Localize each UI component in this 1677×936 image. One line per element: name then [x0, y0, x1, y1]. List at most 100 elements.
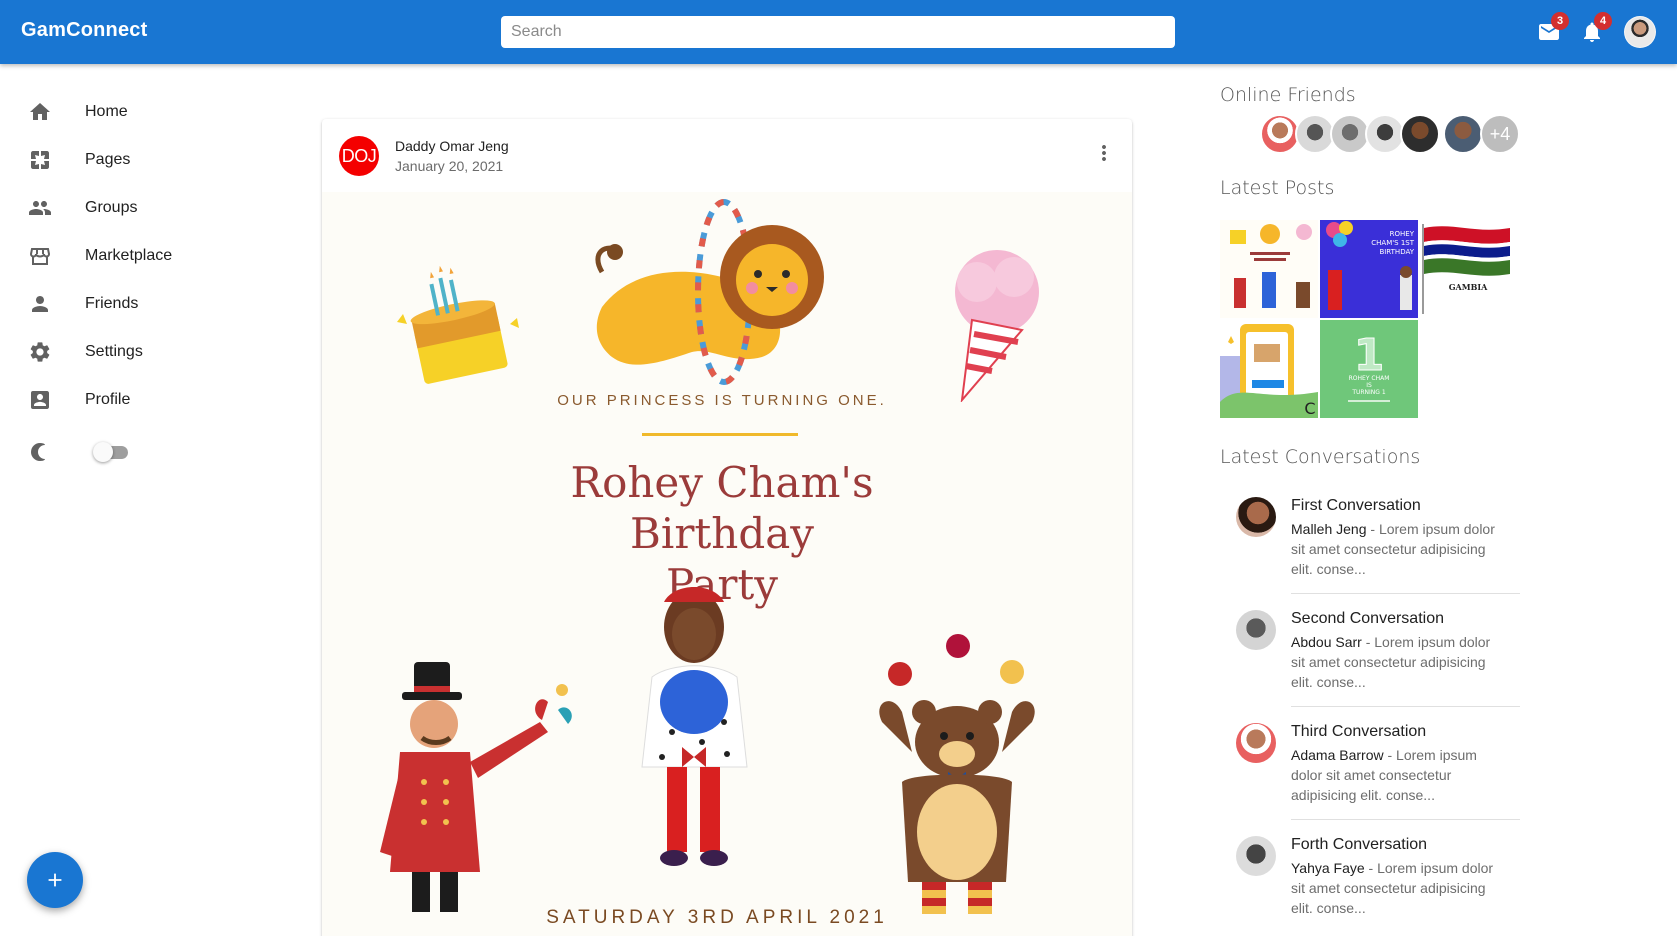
online-friends-more[interactable]: +4 [1480, 114, 1520, 154]
latest-post-thumb[interactable]: C [1220, 320, 1318, 418]
svg-text:BIRTHDAY: BIRTHDAY [1379, 248, 1414, 256]
dark-mode-toggle[interactable] [92, 441, 132, 463]
svg-text:GAMBIA: GAMBIA [1449, 282, 1488, 292]
online-friend-avatar[interactable] [1400, 114, 1440, 154]
conversation-sender: Yahya Faye [1291, 860, 1365, 876]
conversation-snippet: Yahya Faye - Lorem ipsum dolor sit amet … [1291, 858, 1501, 918]
sidebar-item-label: Home [85, 103, 128, 120]
online-friend-avatar[interactable] [1260, 114, 1300, 154]
latest-conversations-heading: Latest Conversations [1220, 446, 1421, 468]
svg-text:IS: IS [1366, 382, 1372, 389]
sidebar-item-label: Settings [85, 343, 143, 360]
divider [1291, 819, 1520, 820]
latest-posts-heading: Latest Posts [1220, 177, 1335, 199]
turning-one-thumb: 1 ROHEY CHAM IS TURNING 1 [1348, 330, 1390, 402]
conversation-sender: Malleh Jeng [1291, 521, 1367, 537]
conversation-sender: Abdou Sarr [1291, 634, 1362, 650]
svg-text:TURNING 1: TURNING 1 [1351, 389, 1386, 396]
post-image[interactable]: OUR PRINCESS IS TURNING ONE. Rohey Cham'… [322, 192, 1132, 936]
brand-logo[interactable]: GamConnect [21, 19, 147, 42]
online-friend-avatar[interactable] [1330, 114, 1370, 154]
conversation-snippet: Adama Barrow - Lorem ipsum dolor sit ame… [1291, 745, 1501, 805]
invitation-divider [642, 433, 798, 436]
cake-illustration [397, 265, 519, 384]
birthday-invite-thumb [1230, 224, 1312, 308]
more-vert-icon [1102, 145, 1106, 161]
online-friend-avatar[interactable] [1365, 114, 1405, 154]
conversation-snippet: Malleh Jeng - Lorem ipsum dolor sit amet… [1291, 519, 1501, 579]
search-input[interactable] [501, 16, 1175, 48]
post-author-avatar[interactable]: DOJ [339, 136, 379, 176]
sidebar-item-label: Pages [85, 151, 131, 168]
conversation-avatar [1236, 836, 1276, 876]
online-friend-avatar[interactable] [1295, 114, 1335, 154]
sidebar-item-label: Profile [85, 391, 131, 408]
lion-illustration [595, 199, 824, 385]
divider [1291, 706, 1520, 707]
invitation-title-line: Birthday [630, 509, 814, 558]
conversation-title: First Conversation [1291, 497, 1421, 514]
person-icon [28, 292, 52, 316]
sidebar-item-label: Marketplace [85, 247, 173, 264]
conversation-title: Second Conversation [1291, 610, 1444, 627]
latest-post-thumb[interactable] [1220, 220, 1318, 318]
account-box-icon [28, 388, 52, 412]
ringmaster-illustration [380, 662, 572, 912]
latest-post-thumb[interactable]: 1 ROHEY CHAM IS TURNING 1 [1320, 320, 1418, 418]
sidebar-item-profile[interactable]: Profile [0, 378, 290, 422]
birthday-flyer-thumb: ROHEY CHAM'S 1ST BIRTHDAY [1326, 221, 1415, 310]
invitation-tagline: OUR PRINCESS IS TURNING ONE. [557, 392, 887, 409]
pages-icon [28, 148, 52, 172]
online-friends-heading: Online Friends [1220, 84, 1356, 106]
sidebar-item-marketplace[interactable]: Marketplace [0, 234, 290, 278]
conversation-avatar [1236, 497, 1276, 537]
sidebar-item-groups[interactable]: Groups [0, 186, 290, 230]
baby-photo [641, 587, 748, 866]
toggle-thumb [93, 442, 113, 462]
post-card: DOJ Daddy Omar Jeng January 20, 2021 OUR… [322, 119, 1132, 936]
svg-text:C: C [1304, 399, 1315, 418]
notification-badge: 4 [1594, 12, 1612, 30]
notifications-button[interactable]: 4 [1576, 12, 1612, 48]
sidebar-item-settings[interactable]: Settings [0, 330, 290, 374]
gear-icon [28, 340, 52, 364]
cotton-candy-illustration [955, 250, 1039, 402]
mail-badge: 3 [1551, 12, 1569, 30]
groups-icon [28, 196, 52, 220]
post-date: January 20, 2021 [395, 158, 504, 174]
conversation-avatar [1236, 723, 1276, 763]
sidebar-item-label: Friends [85, 295, 139, 312]
phone-delivery-thumb: C [1220, 324, 1318, 418]
plus-icon [48, 873, 62, 887]
bear-illustration [879, 634, 1035, 914]
storefront-icon [28, 244, 52, 268]
sidebar-item-home[interactable]: Home [0, 90, 290, 134]
invitation-date: SATURDAY 3RD APRIL 2021 [546, 907, 888, 928]
conversation-avatar [1236, 610, 1276, 650]
post-author-name[interactable]: Daddy Omar Jeng [395, 138, 509, 154]
latest-post-thumb[interactable]: GAMBIA [1420, 220, 1518, 318]
conversation-title: Third Conversation [1291, 723, 1427, 740]
post-more-button[interactable] [1092, 141, 1116, 165]
online-friend-avatar[interactable] [1443, 114, 1483, 154]
invitation-title-line: Rohey Cham's [570, 458, 874, 507]
svg-text:ROHEY CHAM: ROHEY CHAM [1349, 375, 1390, 382]
svg-text:1: 1 [1354, 330, 1385, 381]
mail-button[interactable]: 3 [1533, 12, 1569, 48]
sidebar-item-label: Groups [85, 199, 138, 216]
svg-text:ROHEY: ROHEY [1390, 230, 1415, 238]
user-avatar[interactable] [1624, 16, 1656, 48]
conversation-sender: Adama Barrow [1291, 747, 1384, 763]
conversation-title: Forth Conversation [1291, 836, 1428, 853]
app-bar: GamConnect 3 4 [0, 0, 1677, 64]
divider [1291, 593, 1520, 594]
sidebar-item-friends[interactable]: Friends [0, 282, 290, 326]
home-icon [28, 100, 52, 124]
latest-post-thumb[interactable]: ROHEY CHAM'S 1ST BIRTHDAY [1320, 220, 1418, 318]
svg-text:CHAM'S 1ST: CHAM'S 1ST [1371, 239, 1414, 247]
conversation-snippet: Abdou Sarr - Lorem ipsum dolor sit amet … [1291, 632, 1501, 692]
add-post-button[interactable] [27, 852, 83, 908]
dark-mode-icon [28, 440, 52, 464]
gambia-flag-thumb: GAMBIA [1422, 224, 1510, 314]
sidebar-item-pages[interactable]: Pages [0, 138, 290, 182]
